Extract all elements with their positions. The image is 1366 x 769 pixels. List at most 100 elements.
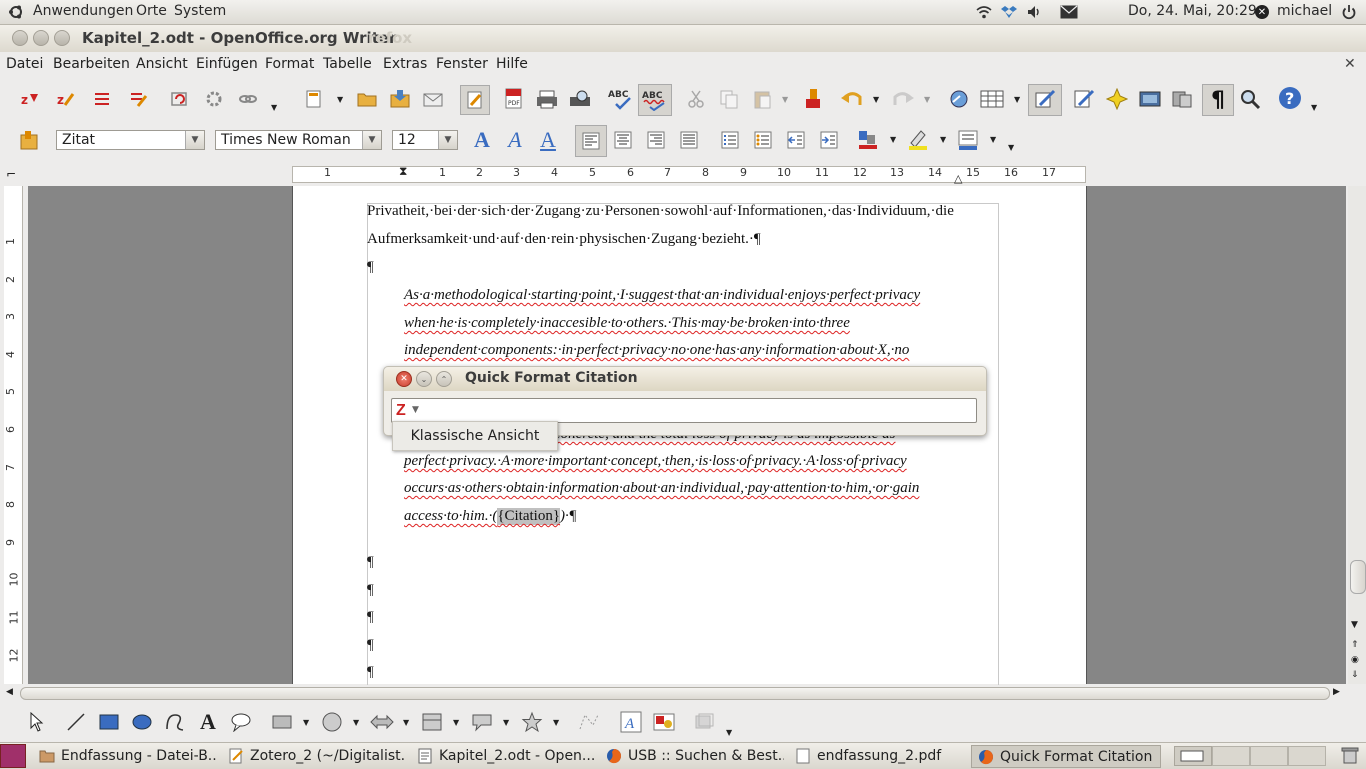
font-color-icon[interactable]	[856, 128, 880, 152]
panel-menu-system[interactable]: System	[174, 3, 226, 19]
indent-marker-icon[interactable]: ⧗	[399, 164, 407, 179]
zotero-z-icon[interactable]: Z	[396, 402, 410, 420]
align-right-icon[interactable]	[644, 128, 668, 152]
paragraph-line[interactable]: Aufmerksamkeit·und·auf·den·rein·physisch…	[367, 231, 761, 248]
task-writer[interactable]: Kapitel_2.odt - Open...	[411, 745, 595, 766]
freeform-tool-icon[interactable]	[163, 710, 187, 734]
vertical-scrollbar[interactable]	[1348, 186, 1366, 684]
symbol-shapes-icon[interactable]	[320, 710, 344, 734]
quote-line[interactable]: perfect·privacy.·A·more·important·concep…	[404, 453, 907, 470]
table-dropdown-icon[interactable]: ▼	[1014, 95, 1020, 104]
formatting-overflow-icon[interactable]: ▼	[1008, 143, 1014, 152]
callouts-icon[interactable]	[470, 710, 494, 734]
justify-icon[interactable]	[677, 128, 701, 152]
chevron-down-icon[interactable]: ▼	[185, 131, 204, 149]
horizontal-scroll-thumb[interactable]	[20, 687, 1330, 700]
quote-line[interactable]: access·to·him.·( {Citation} )·¶	[404, 508, 577, 525]
scroll-right-icon[interactable]: ▶	[1333, 687, 1340, 697]
help-icon[interactable]: ?	[1278, 86, 1302, 110]
email-document-icon[interactable]	[421, 87, 445, 111]
scroll-down-icon[interactable]: ▼	[1351, 620, 1358, 630]
window-close-button[interactable]	[12, 30, 28, 46]
increase-indent-icon[interactable]	[817, 128, 841, 152]
undo-dropdown-icon[interactable]: ▼	[873, 95, 879, 104]
vertical-scroll-thumb[interactable]	[1350, 560, 1366, 594]
decrease-indent-icon[interactable]	[784, 128, 808, 152]
task-file-browser[interactable]: Endfassung - Datei-B...	[33, 745, 217, 766]
copy-icon[interactable]	[717, 87, 741, 111]
highlighting-dropdown-icon[interactable]: ▼	[940, 135, 946, 144]
menu-fenster[interactable]: Fenster	[436, 56, 488, 72]
chevron-down-icon[interactable]: ▼	[412, 405, 419, 415]
select-pointer-icon[interactable]	[24, 710, 48, 734]
task-zotero-editor[interactable]: Zotero_2 (~/Digitalist...	[222, 745, 406, 766]
autospellcheck-icon[interactable]: ABC	[638, 84, 672, 116]
dialog-close-icon[interactable]: ✕	[396, 371, 412, 387]
points-icon[interactable]	[577, 710, 601, 734]
menu-tabelle[interactable]: Tabelle	[323, 56, 372, 72]
show-draw-functions-icon[interactable]	[1028, 84, 1062, 116]
flowchart-dropdown-icon[interactable]: ▼	[453, 718, 459, 727]
text-tool-icon[interactable]: A	[196, 709, 220, 734]
hyperlink-icon[interactable]	[947, 87, 971, 111]
panel-menu-places[interactable]: Orte	[136, 3, 167, 19]
wifi-icon[interactable]	[975, 4, 993, 20]
next-page-icon[interactable]: ⇓	[1351, 670, 1359, 680]
drawing-overflow-icon[interactable]: ▼	[726, 728, 732, 737]
ellipse-tool-icon[interactable]	[130, 710, 154, 734]
navigator-icon[interactable]	[1105, 87, 1129, 111]
quote-line[interactable]: independent·components:·in·perfect·priva…	[404, 342, 909, 359]
cut-icon[interactable]	[684, 87, 708, 111]
zotero-preferences-icon[interactable]	[202, 87, 226, 111]
task-pdf-viewer[interactable]: endfassung_2.pdf	[789, 745, 967, 766]
menu-bearbeiten[interactable]: Bearbeiten	[53, 56, 130, 72]
classic-view-button[interactable]: Klassische Ansicht	[392, 421, 558, 451]
bullets-icon[interactable]	[751, 128, 775, 152]
table-icon[interactable]	[980, 87, 1004, 111]
callouts-dropdown-icon[interactable]: ▼	[503, 718, 509, 727]
align-center-icon[interactable]	[611, 128, 635, 152]
open-folder-icon[interactable]	[355, 87, 379, 111]
zoom-icon[interactable]	[1238, 87, 1262, 111]
navigation-icon[interactable]: ◉	[1351, 655, 1359, 665]
zotero-refresh-icon[interactable]	[168, 87, 192, 111]
line-tool-icon[interactable]	[64, 710, 88, 734]
block-arrows-icon[interactable]	[370, 710, 394, 734]
new-document-icon[interactable]	[302, 87, 326, 111]
window-maximize-button[interactable]	[54, 30, 70, 46]
task-quick-format-citation[interactable]: Quick Format Citation	[971, 745, 1161, 768]
workspace-switcher-3[interactable]	[1250, 746, 1288, 766]
new-dropdown-icon[interactable]: ▼	[337, 95, 343, 104]
stars-dropdown-icon[interactable]: ▼	[553, 718, 559, 727]
find-replace-icon[interactable]	[1072, 87, 1096, 111]
menu-datei[interactable]: Datei	[6, 56, 43, 72]
empty-paragraph-mark[interactable]: ¶	[367, 582, 374, 599]
font-color-dropdown-icon[interactable]: ▼	[890, 135, 896, 144]
quote-line[interactable]: when·he·is·completely·inaccesible·to·oth…	[404, 315, 850, 332]
panel-menu-applications[interactable]: Anwendungen	[33, 3, 133, 19]
workspace-switcher-2[interactable]	[1212, 746, 1250, 766]
bold-icon[interactable]: A	[470, 127, 494, 152]
callout-tool-icon[interactable]	[229, 710, 253, 734]
panel-username[interactable]: michael	[1277, 3, 1332, 19]
background-color-dropdown-icon[interactable]: ▼	[990, 135, 996, 144]
menu-extras[interactable]: Extras	[383, 56, 427, 72]
menu-ansicht[interactable]: Ansicht	[136, 56, 188, 72]
previous-page-icon[interactable]: ⇑	[1351, 640, 1359, 650]
task-firefox-usb[interactable]: USB :: Suchen & Best...	[600, 745, 784, 766]
data-sources-icon[interactable]	[1170, 87, 1194, 111]
mail-icon[interactable]	[1060, 5, 1078, 19]
insert-image-icon[interactable]	[652, 710, 676, 734]
empty-paragraph-mark[interactable]: ¶	[367, 609, 374, 626]
numbering-icon[interactable]	[718, 128, 742, 152]
dialog-maximize-icon[interactable]: ⌃	[436, 371, 452, 387]
highlighting-icon[interactable]	[906, 128, 930, 152]
toolbar-overflow-icon[interactable]: ▼	[271, 103, 277, 112]
save-icon[interactable]	[388, 87, 412, 111]
menu-einfuegen[interactable]: Einfügen	[196, 56, 258, 72]
citation-field[interactable]: {Citation}	[497, 508, 561, 525]
redo-dropdown-icon[interactable]: ▼	[924, 95, 930, 104]
ubuntu-logo-icon[interactable]	[8, 4, 24, 20]
zotero-insert-bibliography-icon[interactable]	[90, 87, 114, 111]
styles-formatting-icon[interactable]	[18, 128, 42, 152]
